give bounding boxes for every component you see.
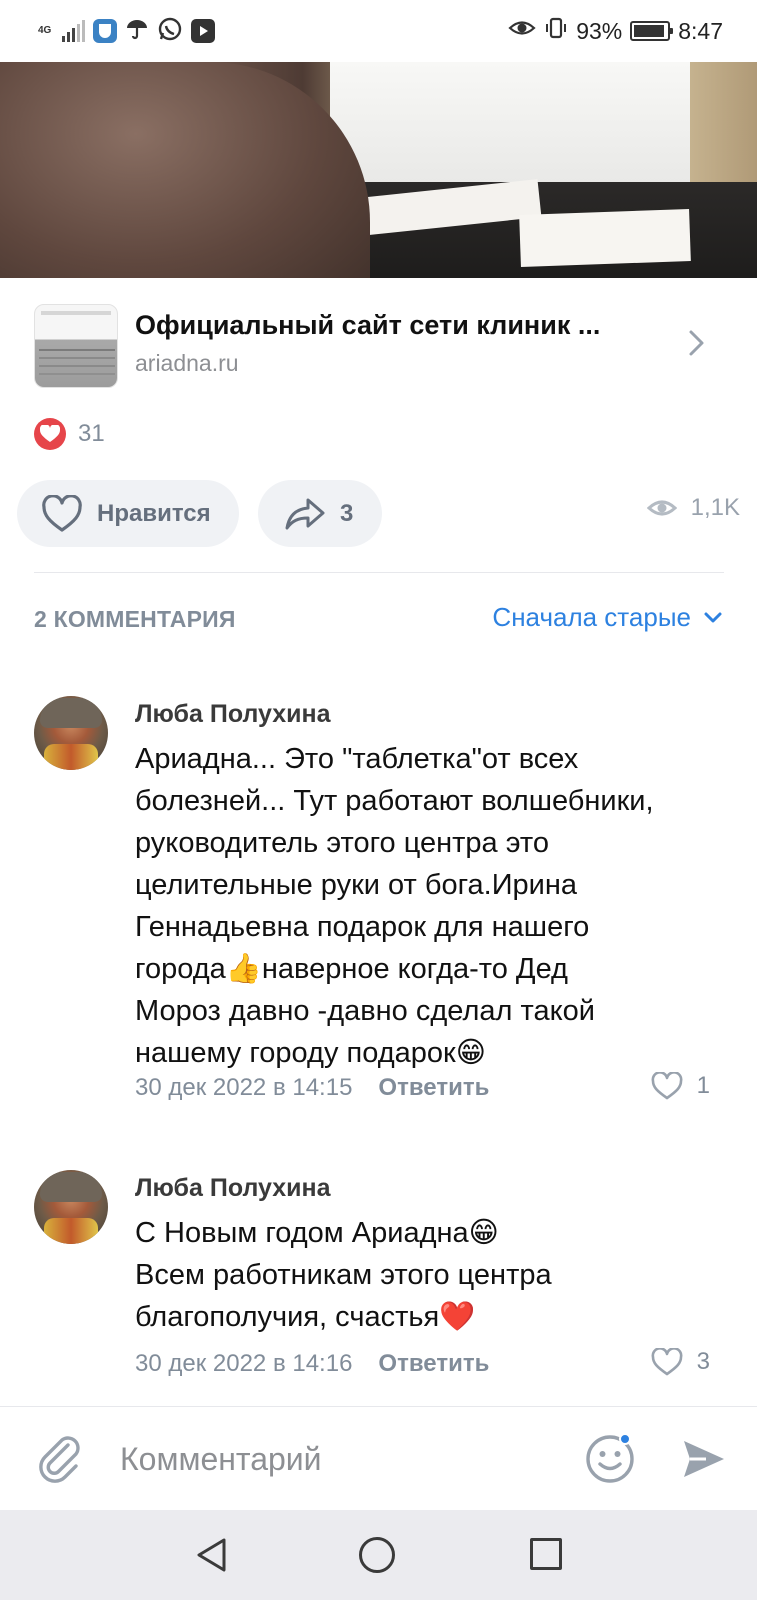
share-arrow-icon [285, 498, 325, 529]
avatar[interactable] [34, 696, 108, 770]
comment-item: Люба Полухина С Новым годом Ариадна😁 Все… [34, 1170, 734, 1380]
comment-like-button[interactable]: 1 [651, 1072, 710, 1100]
eye-icon [508, 17, 536, 45]
status-right: 93% 8:47 [508, 14, 723, 48]
notification-dot [619, 1433, 631, 1445]
post-image[interactable] [0, 62, 757, 278]
comment-date: 30 дек 2022 в 14:15 [135, 1074, 353, 1101]
paperclip-icon[interactable] [36, 1433, 86, 1483]
heart-icon [34, 418, 66, 450]
divider [34, 572, 724, 573]
comment-like-count: 3 [696, 1348, 710, 1375]
umbrella-icon [125, 17, 149, 46]
chevron-down-icon [704, 612, 722, 622]
network-type: 4G [38, 25, 52, 36]
views-counter: 1,1K [646, 494, 740, 522]
link-thumbnail [34, 304, 118, 388]
comment-like-button[interactable]: 3 [651, 1348, 710, 1376]
comment-text: Ариадна... Это "таблетка"от всех болезне… [135, 743, 654, 1069]
views-count: 1,1K [690, 494, 740, 521]
chevron-right-icon [689, 330, 704, 356]
share-count: 3 [340, 499, 354, 527]
reply-button[interactable]: Ответить [378, 1350, 489, 1378]
whatsapp-icon [157, 16, 183, 47]
comment-item: Люба Полухина Ариадна... Это "таблетка"о… [34, 696, 734, 1116]
avatar[interactable] [34, 1170, 108, 1244]
vpn-shield-icon [93, 19, 117, 43]
comment-date: 30 дек 2022 в 14:16 [135, 1350, 353, 1377]
comments-count: 2 КОММЕНТАРИЯ [34, 606, 236, 632]
like-button[interactable]: Нравится [17, 480, 239, 547]
comment-author[interactable]: Люба Полухина [135, 1174, 331, 1203]
battery-level [634, 25, 664, 37]
comment-input[interactable] [120, 1433, 550, 1485]
clock: 8:47 [678, 17, 723, 44]
recent-apps-icon[interactable] [530, 1538, 562, 1570]
comment-meta: 30 дек 2022 в 14:16 Ответить [135, 1350, 489, 1378]
paper-shape [519, 209, 691, 267]
signal-icon [62, 20, 85, 42]
home-icon[interactable] [359, 1537, 395, 1573]
link-title: Официальный сайт сети клиник ... [135, 310, 601, 340]
comment-author[interactable]: Люба Полухина [135, 700, 331, 729]
comment-meta: 30 дек 2022 в 14:15 Ответить [135, 1074, 489, 1102]
system-navigation-bar [0, 1510, 757, 1600]
send-icon[interactable] [680, 1435, 728, 1483]
status-bar: 4G 93% 8:47 [0, 0, 757, 62]
heart-outline-icon [651, 1348, 683, 1376]
sort-label: Сначала старые [492, 602, 691, 632]
comment-composer [0, 1406, 757, 1510]
eye-icon [646, 500, 677, 516]
vibrate-icon [544, 16, 568, 46]
youtube-icon [191, 19, 215, 43]
battery-percent: 93% [576, 17, 623, 44]
patient-shape [0, 62, 370, 278]
comment-like-count: 1 [696, 1072, 710, 1099]
sort-dropdown[interactable]: Сначала старые [492, 602, 723, 633]
back-icon[interactable] [194, 1536, 230, 1574]
like-label: Нравится [97, 499, 211, 527]
heart-outline-icon [42, 494, 82, 532]
comment-text: С Новым годом Ариадна😁 Всем работникам э… [135, 1217, 552, 1333]
share-button[interactable]: 3 [258, 480, 382, 547]
reactions-count: 31 [78, 420, 105, 447]
link-domain: ariadna.ru [135, 350, 239, 376]
reply-button[interactable]: Ответить [378, 1074, 489, 1102]
status-left: 4G [38, 14, 215, 48]
heart-outline-icon [651, 1072, 683, 1100]
battery-icon [630, 21, 674, 41]
link-attachment-card[interactable]: Официальный сайт сети клиник ... ariadna… [34, 298, 724, 390]
reactions-summary[interactable]: 31 [34, 418, 105, 450]
